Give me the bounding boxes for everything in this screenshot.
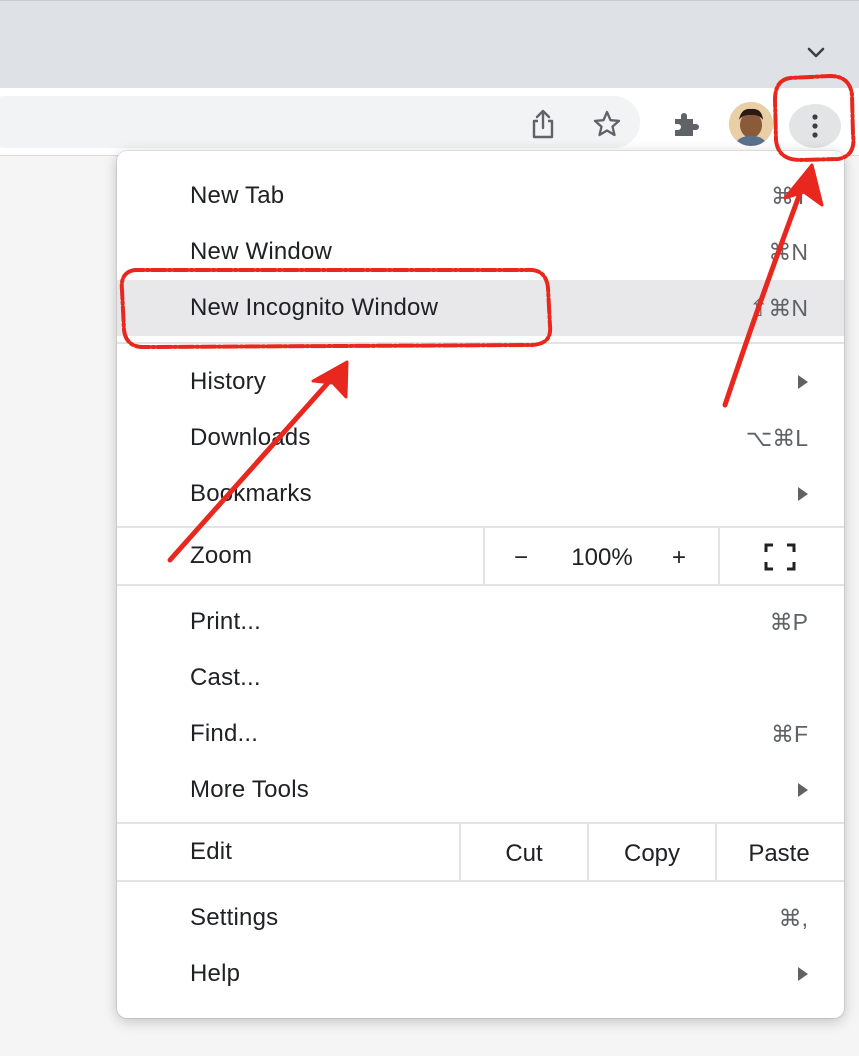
menu-item-label: New Tab: [190, 182, 285, 209]
profile-avatar[interactable]: [729, 102, 773, 146]
tab-strip: [0, 0, 859, 88]
shortcut-label: ⌘N: [768, 238, 808, 265]
menu-item-downloads[interactable]: Downloads ⌥⌘L: [117, 410, 844, 466]
menu-item-label: Bookmarks: [190, 480, 312, 507]
menu-item-more-tools[interactable]: More Tools: [117, 762, 844, 818]
menu-item-label: Print...: [190, 608, 261, 635]
menu-separator: [117, 342, 844, 344]
share-icon: [532, 109, 554, 139]
submenu-arrow-icon: [798, 487, 808, 501]
zoom-divider: [483, 528, 485, 584]
avatar-photo: [729, 102, 773, 146]
shortcut-label: ⌘T: [770, 182, 808, 209]
menu-item-settings[interactable]: Settings ⌘,: [117, 890, 844, 946]
fullscreen-icon: [764, 543, 796, 571]
menu-item-find[interactable]: Find... ⌘F: [117, 706, 844, 762]
zoom-out-button[interactable]: −: [501, 544, 541, 572]
extensions-button[interactable]: [666, 104, 706, 144]
shortcut-label: ⌥⌘L: [745, 424, 808, 451]
submenu-arrow-icon: [798, 375, 808, 389]
menu-item-bookmarks[interactable]: Bookmarks: [117, 466, 844, 522]
cut-button[interactable]: Cut: [461, 840, 587, 868]
share-button[interactable]: [523, 104, 563, 144]
zoom-level-value: 100%: [571, 544, 633, 571]
menu-item-new-window[interactable]: New Window ⌘N: [117, 224, 844, 280]
shortcut-label: ⌘F: [770, 720, 808, 747]
menu-item-help[interactable]: Help: [117, 946, 844, 1002]
three-dots-vertical-icon: [812, 114, 818, 138]
shortcut-label: ⇧⌘N: [749, 294, 808, 321]
submenu-arrow-icon: [798, 783, 808, 797]
menu-item-label: New Incognito Window: [190, 294, 439, 321]
chevron-down-icon: [807, 47, 825, 58]
copy-button[interactable]: Copy: [589, 840, 715, 868]
menu-item-cast[interactable]: Cast...: [117, 650, 844, 706]
menu-separator: [117, 880, 844, 882]
chrome-menu-button[interactable]: [789, 104, 841, 148]
submenu-arrow-icon: [798, 967, 808, 981]
edit-label: Edit: [190, 838, 233, 865]
bookmark-star-button[interactable]: [587, 104, 627, 144]
paste-button[interactable]: Paste: [717, 840, 841, 868]
zoom-in-button[interactable]: +: [659, 544, 699, 572]
menu-item-label: Cast...: [190, 664, 261, 691]
zoom-label: Zoom: [190, 542, 253, 569]
menu-item-label: Downloads: [190, 424, 311, 451]
menu-item-new-incognito-window[interactable]: New Incognito Window ⇧⌘N: [117, 280, 844, 336]
star-icon: [593, 110, 621, 137]
menu-item-label: Find...: [190, 720, 259, 747]
menu-item-label: Help: [190, 960, 241, 987]
shortcut-label: ⌘,: [778, 904, 808, 931]
chrome-main-menu: New Tab ⌘T New Window ⌘N New Incognito W…: [117, 151, 844, 1018]
zoom-row: Zoom: [117, 528, 844, 584]
puzzle-icon: [675, 113, 699, 136]
fullscreen-button[interactable]: [763, 542, 797, 572]
menu-item-label: Settings: [190, 904, 279, 931]
shortcut-label: ⌘P: [769, 608, 808, 635]
menu-item-new-tab[interactable]: New Tab ⌘T: [117, 168, 844, 224]
tab-search-button[interactable]: [800, 39, 832, 67]
zoom-divider: [718, 528, 720, 584]
menu-item-label: History: [190, 368, 267, 395]
menu-item-label: More Tools: [190, 776, 309, 803]
menu-item-history[interactable]: History: [117, 354, 844, 410]
menu-item-print[interactable]: Print... ⌘P: [117, 594, 844, 650]
menu-item-label: New Window: [190, 238, 333, 265]
menu-separator: [117, 584, 844, 586]
